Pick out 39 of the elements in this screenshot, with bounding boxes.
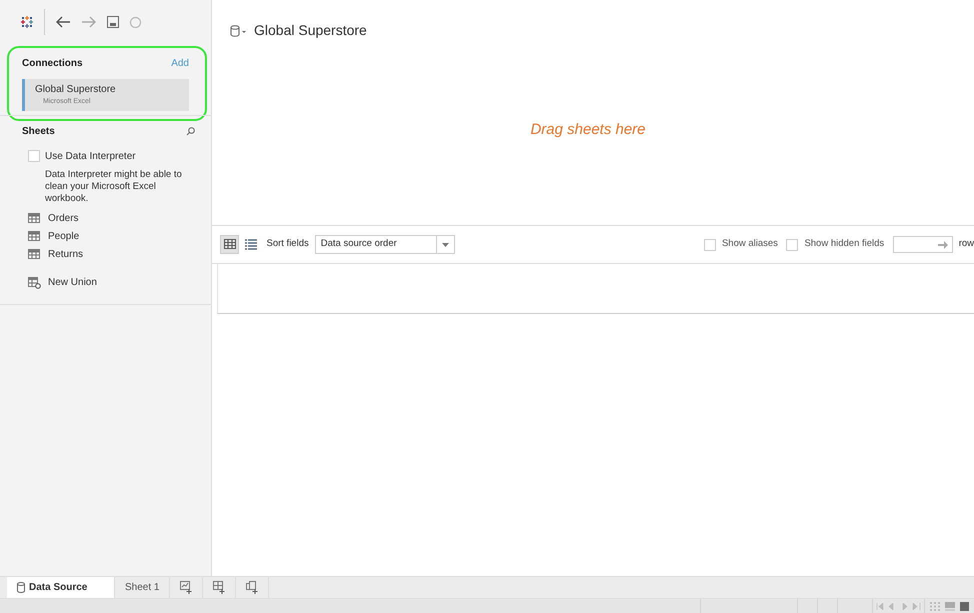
sort-label: Sort fields [266, 237, 309, 252]
sheet-item[interactable]: Orders [28, 210, 195, 228]
sheet-item[interactable]: Returns [28, 246, 195, 264]
new-dashboard-icon[interactable] [213, 581, 226, 594]
section-title: Sheets [22, 124, 55, 138]
table-icon [28, 248, 41, 260]
rows-label: row [958, 237, 974, 252]
datasource-tab[interactable]: Data Source [7, 577, 115, 598]
sort-dropdown[interactable]: Data source order [314, 235, 455, 254]
caret-icon [442, 242, 449, 246]
grid-view-button[interactable] [220, 235, 239, 254]
checkbox-label: Show hidden fields [804, 237, 884, 252]
section-title: Connections [22, 57, 83, 71]
full-view-icon[interactable] [960, 602, 969, 610]
checkbox[interactable] [704, 238, 716, 250]
drop-hint: Drag sheets here [530, 120, 646, 140]
save-icon[interactable] [107, 16, 119, 28]
arrow-icon [938, 240, 948, 248]
database-icon [17, 582, 25, 593]
table-icon [28, 230, 41, 242]
new-sheet-icon[interactable] [180, 581, 192, 594]
checkbox-label: Use Data Interpreter [45, 150, 136, 164]
new-story-icon[interactable] [246, 581, 258, 594]
logo-icon [20, 15, 34, 29]
grid-icon [224, 239, 236, 250]
database-icon[interactable] [230, 24, 248, 36]
back-icon[interactable] [55, 16, 71, 28]
rows-field[interactable] [892, 236, 953, 253]
checkbox-label: Show aliases [722, 237, 778, 252]
checkbox[interactable] [786, 238, 798, 250]
list-icon [245, 239, 257, 250]
search-icon[interactable] [186, 126, 195, 136]
sheet-item[interactable]: People [28, 228, 195, 246]
table-icon [28, 212, 41, 224]
datasource-title: Global Superstore [254, 21, 367, 40]
interpreter-note: Data Interpreter might be able to clean your Microsoft Excel workbook. [45, 168, 183, 204]
sheet-item[interactable]: New Union [28, 274, 195, 292]
union-icon [28, 276, 41, 288]
checkbox[interactable] [28, 150, 40, 162]
